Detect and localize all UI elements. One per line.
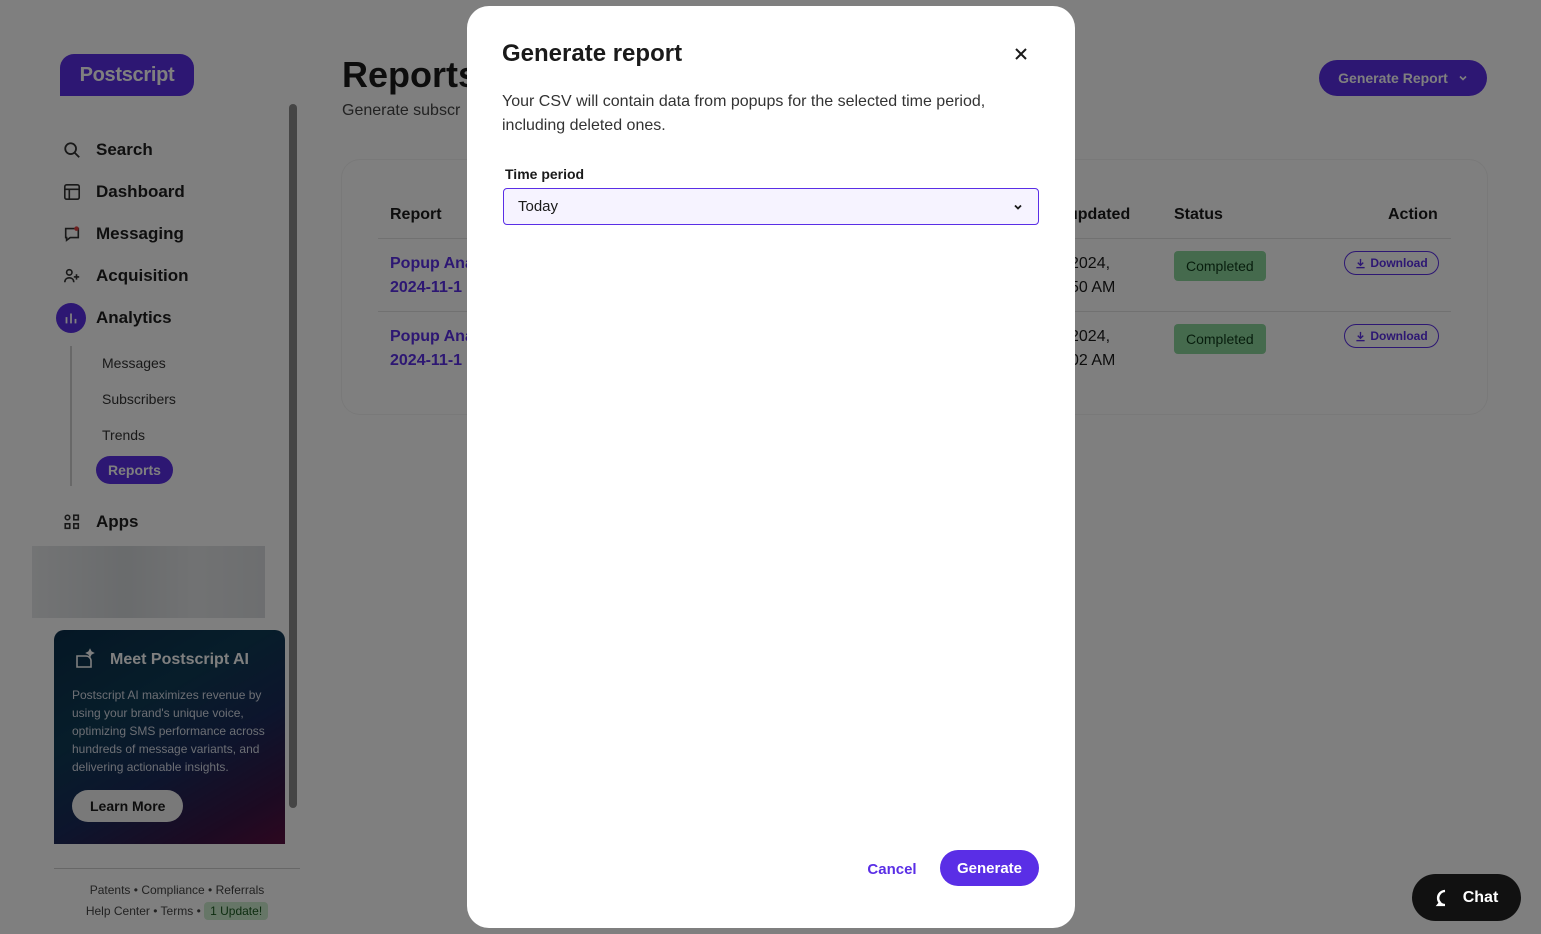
generate-report-modal: Generate report Your CSV will contain da… bbox=[467, 6, 1075, 928]
chat-button[interactable]: Chat bbox=[1412, 874, 1521, 921]
generate-button[interactable]: Generate bbox=[940, 850, 1039, 886]
time-period-select[interactable]: Today bbox=[503, 188, 1039, 225]
select-value: Today bbox=[518, 198, 559, 215]
chat-bubble-icon bbox=[1435, 889, 1445, 906]
cancel-button[interactable]: Cancel bbox=[859, 854, 925, 884]
close-button[interactable] bbox=[1009, 42, 1033, 66]
time-period-label: Time period bbox=[505, 166, 585, 182]
modal-description: Your CSV will contain data from popups f… bbox=[502, 93, 986, 134]
modal-title: Generate report bbox=[502, 40, 683, 67]
chevron-down-icon bbox=[1014, 204, 1022, 210]
close-icon bbox=[1015, 48, 1027, 60]
